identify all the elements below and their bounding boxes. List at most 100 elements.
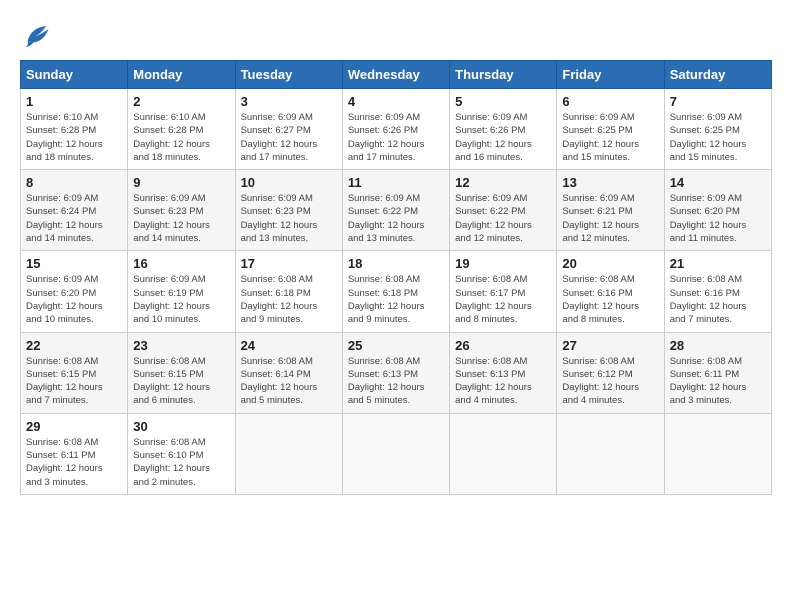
col-sunday: Sunday xyxy=(21,61,128,89)
col-wednesday: Wednesday xyxy=(342,61,449,89)
sunset-text: Sunset: 6:10 PM xyxy=(133,450,203,461)
day-number: 10 xyxy=(241,175,337,190)
sunrise-text: Sunrise: 6:08 AM xyxy=(26,356,98,367)
sunset-text: Sunset: 6:28 PM xyxy=(133,125,203,136)
sunrise-text: Sunrise: 6:08 AM xyxy=(26,437,98,448)
sunrise-text: Sunrise: 6:09 AM xyxy=(562,193,634,204)
sunrise-text: Sunrise: 6:09 AM xyxy=(455,112,527,123)
sunrise-text: Sunrise: 6:09 AM xyxy=(670,112,742,123)
day-number: 9 xyxy=(133,175,229,190)
calendar-cell: 21 Sunrise: 6:08 AM Sunset: 6:16 PM Dayl… xyxy=(664,251,771,332)
calendar-week-row: 22 Sunrise: 6:08 AM Sunset: 6:15 PM Dayl… xyxy=(21,332,772,413)
sunset-text: Sunset: 6:18 PM xyxy=(241,288,311,299)
sunrise-text: Sunrise: 6:09 AM xyxy=(133,193,205,204)
daylight-text: Daylight: 12 hoursand 3 minutes. xyxy=(26,463,103,487)
daylight-text: Daylight: 12 hoursand 7 minutes. xyxy=(670,301,747,325)
sunrise-text: Sunrise: 6:10 AM xyxy=(133,112,205,123)
daylight-text: Daylight: 12 hoursand 10 minutes. xyxy=(26,301,103,325)
calendar-cell: 2 Sunrise: 6:10 AM Sunset: 6:28 PM Dayli… xyxy=(128,89,235,170)
daylight-text: Daylight: 12 hoursand 6 minutes. xyxy=(133,382,210,406)
sunset-text: Sunset: 6:27 PM xyxy=(241,125,311,136)
daylight-text: Daylight: 12 hoursand 13 minutes. xyxy=(348,220,425,244)
calendar-cell: 12 Sunrise: 6:09 AM Sunset: 6:22 PM Dayl… xyxy=(450,170,557,251)
daylight-text: Daylight: 12 hoursand 17 minutes. xyxy=(348,139,425,163)
day-number: 22 xyxy=(26,338,122,353)
sunset-text: Sunset: 6:11 PM xyxy=(670,369,740,380)
sunrise-text: Sunrise: 6:08 AM xyxy=(348,356,420,367)
logo-icon xyxy=(20,20,50,50)
day-number: 11 xyxy=(348,175,444,190)
calendar-cell: 18 Sunrise: 6:08 AM Sunset: 6:18 PM Dayl… xyxy=(342,251,449,332)
daylight-text: Daylight: 12 hoursand 14 minutes. xyxy=(133,220,210,244)
calendar-cell xyxy=(557,413,664,494)
sunrise-text: Sunrise: 6:09 AM xyxy=(562,112,634,123)
calendar-cell: 29 Sunrise: 6:08 AM Sunset: 6:11 PM Dayl… xyxy=(21,413,128,494)
sunrise-text: Sunrise: 6:08 AM xyxy=(455,274,527,285)
calendar-week-row: 29 Sunrise: 6:08 AM Sunset: 6:11 PM Dayl… xyxy=(21,413,772,494)
sunrise-text: Sunrise: 6:09 AM xyxy=(348,193,420,204)
daylight-text: Daylight: 12 hoursand 9 minutes. xyxy=(348,301,425,325)
daylight-text: Daylight: 12 hoursand 10 minutes. xyxy=(133,301,210,325)
calendar-week-row: 8 Sunrise: 6:09 AM Sunset: 6:24 PM Dayli… xyxy=(21,170,772,251)
col-monday: Monday xyxy=(128,61,235,89)
sunset-text: Sunset: 6:26 PM xyxy=(455,125,525,136)
calendar-cell: 1 Sunrise: 6:10 AM Sunset: 6:28 PM Dayli… xyxy=(21,89,128,170)
daylight-text: Daylight: 12 hoursand 17 minutes. xyxy=(241,139,318,163)
sunset-text: Sunset: 6:26 PM xyxy=(348,125,418,136)
calendar-cell: 9 Sunrise: 6:09 AM Sunset: 6:23 PM Dayli… xyxy=(128,170,235,251)
sunrise-text: Sunrise: 6:08 AM xyxy=(133,437,205,448)
calendar-cell: 23 Sunrise: 6:08 AM Sunset: 6:15 PM Dayl… xyxy=(128,332,235,413)
sunrise-text: Sunrise: 6:09 AM xyxy=(670,193,742,204)
daylight-text: Daylight: 12 hoursand 3 minutes. xyxy=(670,382,747,406)
day-number: 23 xyxy=(133,338,229,353)
sunrise-text: Sunrise: 6:08 AM xyxy=(670,356,742,367)
col-friday: Friday xyxy=(557,61,664,89)
col-saturday: Saturday xyxy=(664,61,771,89)
day-number: 7 xyxy=(670,94,766,109)
calendar-week-row: 15 Sunrise: 6:09 AM Sunset: 6:20 PM Dayl… xyxy=(21,251,772,332)
sunset-text: Sunset: 6:19 PM xyxy=(133,288,203,299)
day-number: 6 xyxy=(562,94,658,109)
daylight-text: Daylight: 12 hoursand 15 minutes. xyxy=(670,139,747,163)
daylight-text: Daylight: 12 hoursand 2 minutes. xyxy=(133,463,210,487)
sunset-text: Sunset: 6:14 PM xyxy=(241,369,311,380)
sunset-text: Sunset: 6:25 PM xyxy=(670,125,740,136)
sunset-text: Sunset: 6:13 PM xyxy=(348,369,418,380)
daylight-text: Daylight: 12 hoursand 7 minutes. xyxy=(26,382,103,406)
calendar-cell: 6 Sunrise: 6:09 AM Sunset: 6:25 PM Dayli… xyxy=(557,89,664,170)
day-number: 4 xyxy=(348,94,444,109)
daylight-text: Daylight: 12 hoursand 12 minutes. xyxy=(562,220,639,244)
col-tuesday: Tuesday xyxy=(235,61,342,89)
calendar-cell: 20 Sunrise: 6:08 AM Sunset: 6:16 PM Dayl… xyxy=(557,251,664,332)
calendar-cell: 3 Sunrise: 6:09 AM Sunset: 6:27 PM Dayli… xyxy=(235,89,342,170)
calendar-cell: 16 Sunrise: 6:09 AM Sunset: 6:19 PM Dayl… xyxy=(128,251,235,332)
daylight-text: Daylight: 12 hoursand 5 minutes. xyxy=(348,382,425,406)
logo xyxy=(20,20,52,50)
calendar-cell: 26 Sunrise: 6:08 AM Sunset: 6:13 PM Dayl… xyxy=(450,332,557,413)
daylight-text: Daylight: 12 hoursand 8 minutes. xyxy=(562,301,639,325)
day-number: 21 xyxy=(670,256,766,271)
day-number: 27 xyxy=(562,338,658,353)
calendar-cell xyxy=(235,413,342,494)
calendar-table: Sunday Monday Tuesday Wednesday Thursday… xyxy=(20,60,772,495)
daylight-text: Daylight: 12 hoursand 18 minutes. xyxy=(26,139,103,163)
sunset-text: Sunset: 6:23 PM xyxy=(241,206,311,217)
calendar-cell: 17 Sunrise: 6:08 AM Sunset: 6:18 PM Dayl… xyxy=(235,251,342,332)
sunset-text: Sunset: 6:12 PM xyxy=(562,369,632,380)
sunrise-text: Sunrise: 6:09 AM xyxy=(241,112,313,123)
day-number: 8 xyxy=(26,175,122,190)
sunrise-text: Sunrise: 6:10 AM xyxy=(26,112,98,123)
daylight-text: Daylight: 12 hoursand 8 minutes. xyxy=(455,301,532,325)
day-number: 29 xyxy=(26,419,122,434)
calendar-cell: 25 Sunrise: 6:08 AM Sunset: 6:13 PM Dayl… xyxy=(342,332,449,413)
daylight-text: Daylight: 12 hoursand 12 minutes. xyxy=(455,220,532,244)
calendar-cell: 15 Sunrise: 6:09 AM Sunset: 6:20 PM Dayl… xyxy=(21,251,128,332)
calendar-cell: 13 Sunrise: 6:09 AM Sunset: 6:21 PM Dayl… xyxy=(557,170,664,251)
calendar-cell: 14 Sunrise: 6:09 AM Sunset: 6:20 PM Dayl… xyxy=(664,170,771,251)
calendar-cell xyxy=(342,413,449,494)
calendar-cell: 27 Sunrise: 6:08 AM Sunset: 6:12 PM Dayl… xyxy=(557,332,664,413)
daylight-text: Daylight: 12 hoursand 4 minutes. xyxy=(562,382,639,406)
sunrise-text: Sunrise: 6:08 AM xyxy=(670,274,742,285)
daylight-text: Daylight: 12 hoursand 11 minutes. xyxy=(670,220,747,244)
day-number: 1 xyxy=(26,94,122,109)
